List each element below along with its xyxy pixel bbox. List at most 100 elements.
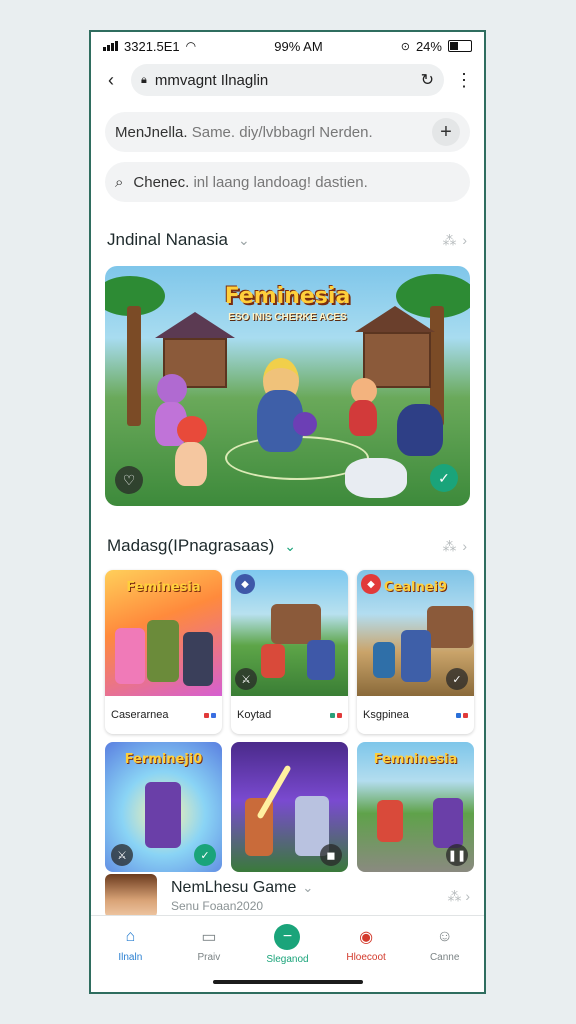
hero-subtitle: ESO INIS CHERKE ACES (228, 312, 347, 323)
address-bar[interactable]: 🔒︎ mmvagnt Ilnaglin ↻ (131, 64, 444, 96)
game-card[interactable]: ⚔︎ ◆ Koytad (231, 570, 348, 734)
cap-boy-body (175, 442, 207, 486)
sword-icon[interactable]: ⚔︎ (235, 668, 257, 690)
search-query: Chenec. (133, 173, 190, 191)
featured-section-title: Jndinal Nanasia (107, 230, 228, 249)
sword-icon[interactable]: ⚔︎ (111, 844, 133, 866)
chevron-down-icon[interactable]: ⌄ (284, 538, 296, 555)
battery-percent: 24% (415, 38, 442, 54)
wifi-icon: ◠ (185, 39, 197, 53)
game-tile-title: Femninesia (373, 752, 458, 767)
game-card-art: Feminesia (105, 570, 222, 696)
chevron-down-icon[interactable]: ⌄ (238, 232, 250, 249)
tab-label: Ilnaln (118, 951, 143, 963)
home-icon: ⌂ (125, 927, 136, 945)
search-icon: ⌕ (115, 173, 124, 191)
game-badge-icon: ◆ (361, 574, 381, 594)
game-card-art: ⚔︎ ◆ (231, 570, 348, 696)
game-tile[interactable]: Femninesia ❚❚ (357, 742, 474, 872)
checkmark-icon[interactable]: ✓ (194, 844, 216, 866)
pet-icon[interactable]: ◼︎ (320, 844, 342, 866)
chevron-right-icon[interactable]: ⁂ › (447, 888, 470, 905)
phone-frame: 3321.5E1 ◠ 99% AM ⊙ 24% ‹ 🔒︎ mmvagnt Iln… (89, 30, 486, 994)
carrier-text: 3321.5E1 (124, 38, 180, 54)
list-item-subtitle: Senu Foaan2020 (171, 899, 264, 913)
game-card-title: Feminesia (126, 580, 201, 595)
add-button[interactable]: + (432, 118, 460, 146)
game-badge-icon: ◆ (235, 574, 255, 594)
game-card-name: Caserarnea (111, 709, 169, 721)
game-card-label-row: Ksgpinea (357, 696, 474, 734)
avatar (105, 874, 157, 918)
note-field-label: MenJnella. (115, 123, 188, 141)
character-pink (115, 628, 145, 684)
character-dark (183, 632, 213, 686)
person-icon: ☺︎ (436, 927, 453, 945)
armored-character (397, 404, 443, 456)
tab-praiv[interactable]: ▭ Praiv (170, 916, 249, 972)
grid-section-title: Madasg(IPnagrasaas) (107, 536, 275, 555)
character-blond (147, 620, 179, 682)
girl-body-right (349, 400, 377, 436)
tab-label: Hloecoot (346, 951, 386, 963)
game-tile[interactable]: Fermineji0 ⚔︎ ✓ (105, 742, 222, 872)
note-field[interactable]: MenJnella. Same. diy/lvbbagrl Nerden. + (105, 112, 470, 152)
color-dots (330, 712, 342, 718)
game-grid: Feminesia Caserarnea ⚔︎ ◆ Koytad Cealnei… (105, 570, 474, 872)
chevron-down-icon[interactable]: ⌄ (302, 880, 313, 896)
game-card-label-row: Caserarnea (105, 696, 222, 734)
game-card[interactable]: Feminesia Caserarnea (105, 570, 222, 734)
browser-toolbar: ‹ 🔒︎ mmvagnt Ilnaglin ↻ ⋮ (91, 60, 484, 100)
palm-trunk-left (127, 306, 141, 426)
tab-label: Praiv (197, 951, 221, 963)
tab-label: Sleganod (266, 953, 309, 965)
game-card-name: Koytad (237, 709, 272, 721)
battery-icon (447, 40, 472, 52)
list-item-title: NemLhesu Game (171, 879, 297, 896)
white-creature (345, 458, 407, 498)
list-item[interactable]: NemLhesu Game Senu Foaan2020 ⌄ ⁂ › (91, 872, 484, 920)
character-blue (307, 640, 335, 680)
game-tile[interactable]: ◼︎ (231, 742, 348, 872)
chevron-left-icon[interactable]: ‹ (101, 70, 121, 91)
tablet-icon: ▭ (201, 928, 217, 946)
tab-sleganod[interactable]: − Sleganod (248, 916, 327, 972)
reload-icon[interactable]: ↻ (421, 70, 434, 90)
game-card[interactable]: Cealnei9 ✓ ◆ Ksgpinea (357, 570, 474, 734)
signal-icon (103, 41, 118, 51)
house-icon (271, 604, 321, 644)
checkmark-icon[interactable]: ✓ (430, 464, 458, 492)
featured-banner[interactable]: Feminesia ESO INIS CHERKE ACES ♡ ✓ (105, 266, 470, 506)
minus-circle-icon: − (274, 923, 301, 950)
kebab-menu-icon[interactable]: ⋮ (454, 70, 474, 91)
game-card-name: Ksgpinea (363, 709, 409, 721)
tab-home[interactable]: ⌂ Ilnaln (91, 916, 170, 972)
tab-hloecoot[interactable]: ◉ Hloecoot (327, 916, 406, 972)
house-icon (427, 606, 473, 648)
tab-canne[interactable]: ☺︎ Canne (405, 916, 484, 972)
chevron-right-icon[interactable]: ⁂ › (442, 232, 468, 249)
character-hero (401, 630, 431, 682)
house-right (363, 332, 431, 388)
character-red (377, 800, 403, 842)
record-icon: ◉ (359, 928, 374, 946)
featured-section-header[interactable]: Jndinal Nanasia ⌄ ⁂ › (91, 220, 484, 260)
character-hero (145, 782, 181, 848)
bottom-tab-bar: ⌂ Ilnaln ▭ Praiv − Sleganod ◉ Hloecoot ☺… (91, 915, 484, 972)
character-purple (433, 798, 463, 848)
search-input[interactable]: ⌕ Chenec. inl laang landoag! dastien. (105, 162, 470, 202)
chevron-right-icon[interactable]: ⁂ › (442, 538, 468, 555)
pause-icon[interactable]: ❚❚ (446, 844, 468, 866)
heart-icon[interactable]: ♡ (115, 466, 143, 494)
game-card-art: Cealnei9 ✓ ◆ (357, 570, 474, 696)
purple-girl-character (157, 374, 187, 404)
lock-icon: 🔒︎ (141, 73, 147, 86)
sword-beam (256, 764, 292, 820)
grid-section-header[interactable]: Madasg(IPnagrasaas) ⌄ ⁂ › (91, 526, 484, 566)
home-indicator[interactable] (212, 980, 363, 984)
status-bar: 3321.5E1 ◠ 99% AM ⊙ 24% (91, 32, 484, 60)
checkmark-icon[interactable]: ✓ (446, 668, 468, 690)
status-time: 99% AM (274, 38, 323, 54)
game-card-label-row: Koytad (231, 696, 348, 734)
character-red (261, 644, 285, 678)
